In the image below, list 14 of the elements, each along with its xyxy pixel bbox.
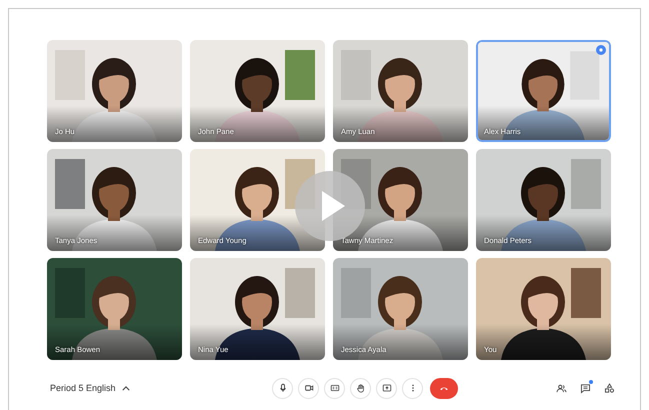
camera-button[interactable] (298, 378, 319, 398)
shapes-icon (602, 382, 616, 394)
meeting-title[interactable]: Period 5 English (50, 383, 116, 393)
microphone-button[interactable] (272, 378, 293, 398)
captions-button[interactable] (324, 378, 345, 398)
present-icon (380, 382, 392, 394)
hand-icon (354, 382, 366, 394)
speaking-icon (596, 45, 606, 55)
caret-icon[interactable] (122, 386, 130, 390)
present-screen-button[interactable] (376, 378, 397, 398)
raise-hand-button[interactable] (350, 378, 371, 398)
captions-icon (328, 382, 340, 394)
end-call-button[interactable] (430, 378, 458, 398)
chat-icon (578, 382, 592, 394)
